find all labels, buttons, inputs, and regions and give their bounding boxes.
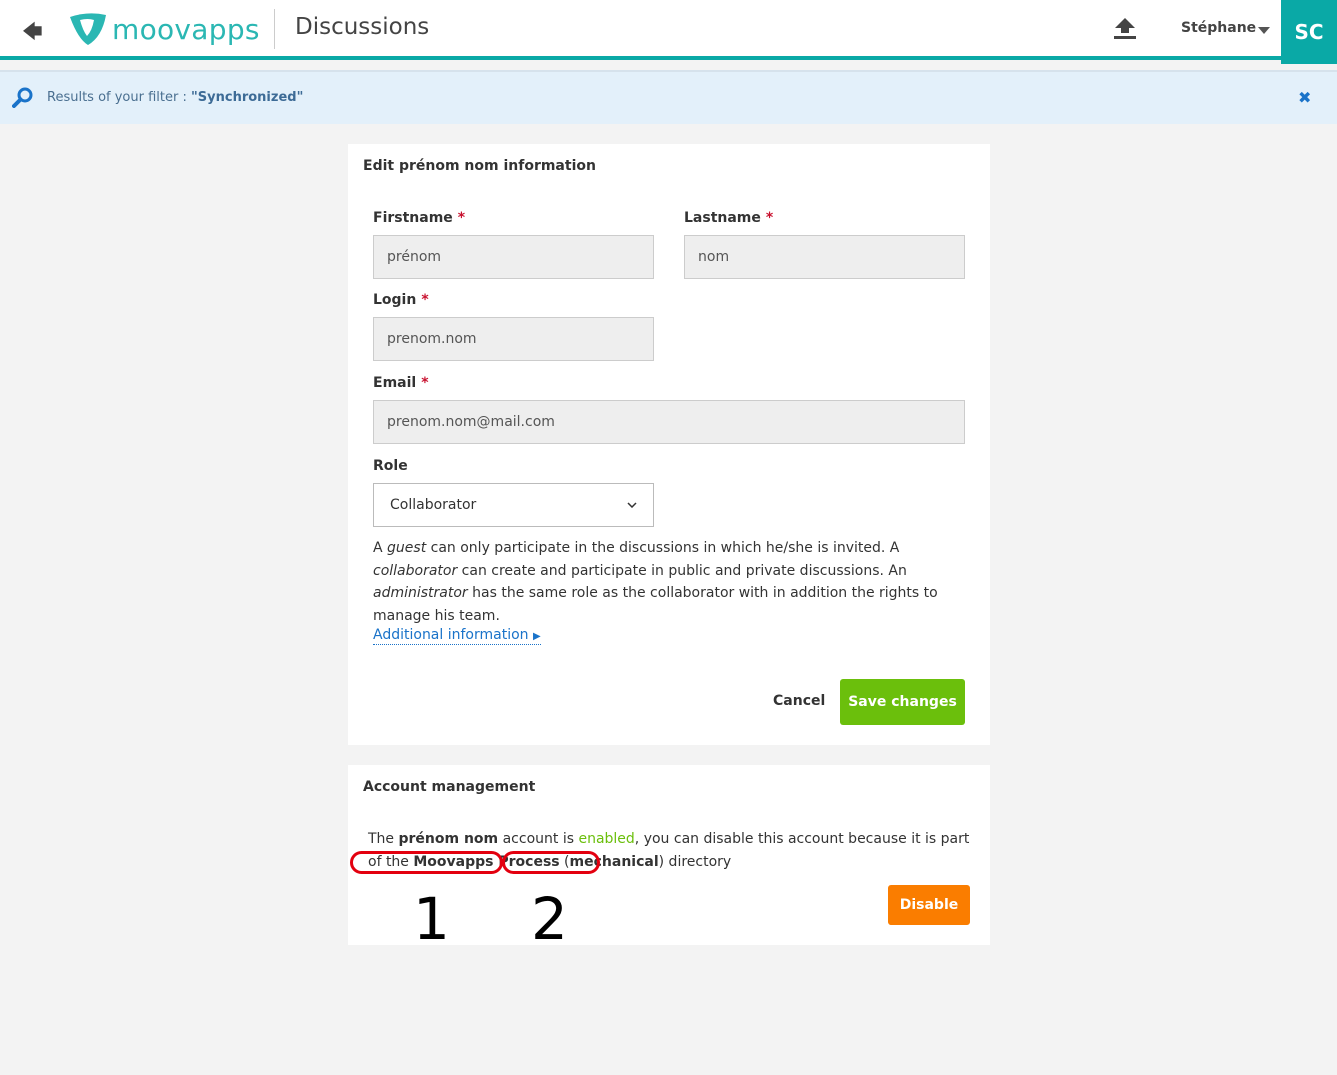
firstname-label: Firstname * [373,210,466,226]
divider [274,9,275,49]
chevron-down-icon[interactable] [1258,27,1270,34]
moovapps-logo-icon [70,13,106,45]
disable-button[interactable]: Disable [888,885,970,925]
close-icon[interactable]: ✖ [1298,88,1311,107]
user-menu[interactable]: Stéphane [1181,20,1256,36]
email-label: Email * [373,375,429,391]
app-title: Discussions [295,14,430,40]
login-label: Login * [373,292,429,308]
avatar[interactable]: SC [1281,0,1337,64]
annotation-number-1: 1 [413,885,450,953]
filter-value: "Synchronized" [191,90,304,105]
back-arrow-icon[interactable]: 🡄 [22,17,43,51]
chevron-down-icon [627,502,637,508]
additional-information-link[interactable]: Additional information ▶ [373,627,541,645]
upload-icon[interactable] [1113,16,1137,44]
cancel-button[interactable]: Cancel [773,693,825,709]
lastname-field[interactable]: nom [684,235,965,279]
edit-user-card: Edit prénom nom information Firstname * p… [348,144,990,745]
card-title: Edit prénom nom information [363,158,596,174]
role-help-text: A guest can only participate in the disc… [373,540,938,624]
role-select[interactable]: Collaborator [373,483,654,527]
annotation-number-2: 2 [531,885,568,953]
firstname-field[interactable]: prénom [373,235,654,279]
caret-right-icon: ▶ [532,631,541,642]
lastname-label: Lastname * [684,210,774,226]
save-changes-button[interactable]: Save changes [840,679,965,725]
filter-bar: Results of your filter : "Synchronized" … [0,70,1337,124]
top-bar: 🡄 moovapps Discussions Stéphane SC [0,0,1337,64]
role-label: Role [373,458,408,474]
login-field[interactable]: prenom.nom [373,317,654,361]
search-icon [12,86,34,112]
email-field[interactable]: prenom.nom@mail.com [373,400,965,444]
annotation-ellipse-1 [350,851,503,874]
logo[interactable]: moovapps [68,11,260,47]
annotation-ellipse-2 [502,851,600,874]
card-title: Account management [363,779,536,795]
filter-label: Results of your filter : [47,90,187,105]
